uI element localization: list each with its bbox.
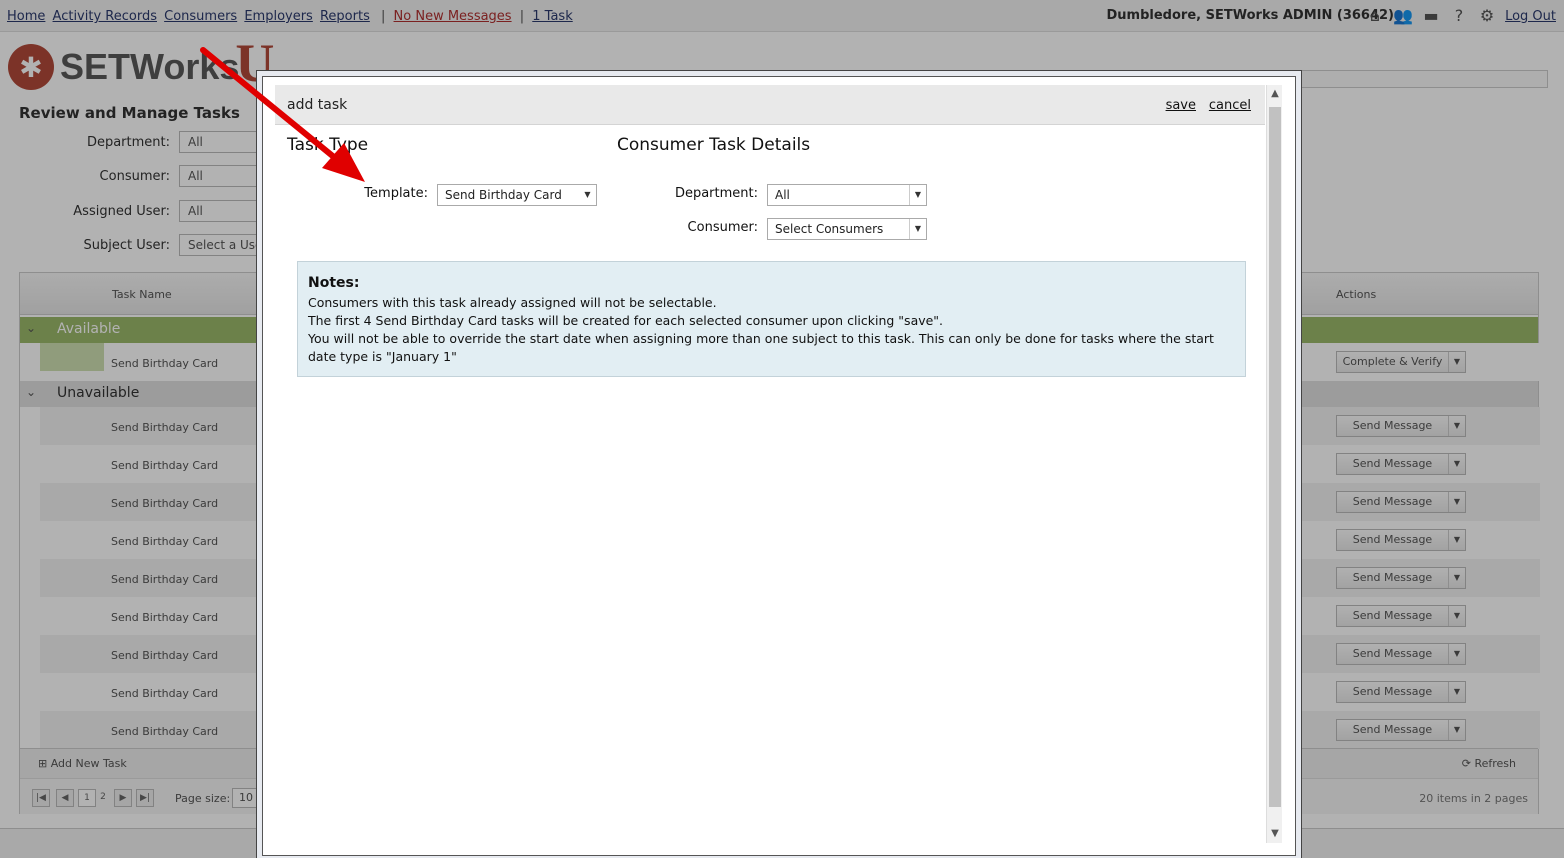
task-type-title: Task Type [287, 135, 369, 155]
notes-panel: Notes: Consumers with this task already … [297, 261, 1246, 377]
scroll-down-icon[interactable]: ▼ [1267, 825, 1283, 843]
notes-line: You will not be able to override the sta… [308, 331, 1214, 364]
notes-title: Notes: [308, 275, 360, 291]
save-button[interactable]: save [1166, 98, 1196, 113]
chevron-down-icon[interactable]: ▼ [909, 185, 926, 205]
department-value: All [775, 188, 790, 202]
consumer-dialog-select[interactable]: Select Consumers ▼ [767, 218, 927, 240]
template-value: Send Birthday Card [445, 188, 562, 202]
department-label: Department: [674, 186, 758, 201]
consumer-value: Select Consumers [775, 222, 884, 236]
dialog-title: add task [287, 97, 348, 113]
consumer-task-details-title: Consumer Task Details [617, 135, 811, 155]
notes-line: The first 4 Send Birthday Card tasks wil… [308, 313, 944, 328]
add-task-dialog: add task save cancel Task Type Consumer … [262, 76, 1296, 856]
dialog-titlebar: add task save cancel [275, 85, 1265, 125]
chevron-down-icon[interactable]: ▼ [909, 219, 926, 239]
template-label: Template: [364, 186, 428, 201]
cancel-button[interactable]: cancel [1209, 98, 1251, 113]
chevron-down-icon[interactable]: ▼ [579, 185, 596, 205]
scroll-up-icon[interactable]: ▲ [1267, 85, 1283, 103]
template-select[interactable]: Send Birthday Card ▼ [437, 184, 597, 206]
department-dialog-select[interactable]: All ▼ [767, 184, 927, 206]
notes-line: Consumers with this task already assigne… [308, 295, 717, 310]
consumer-label: Consumer: [687, 220, 758, 235]
dialog-scrollbar[interactable]: ▲ ▼ [1266, 85, 1282, 843]
scroll-thumb[interactable] [1269, 107, 1281, 807]
